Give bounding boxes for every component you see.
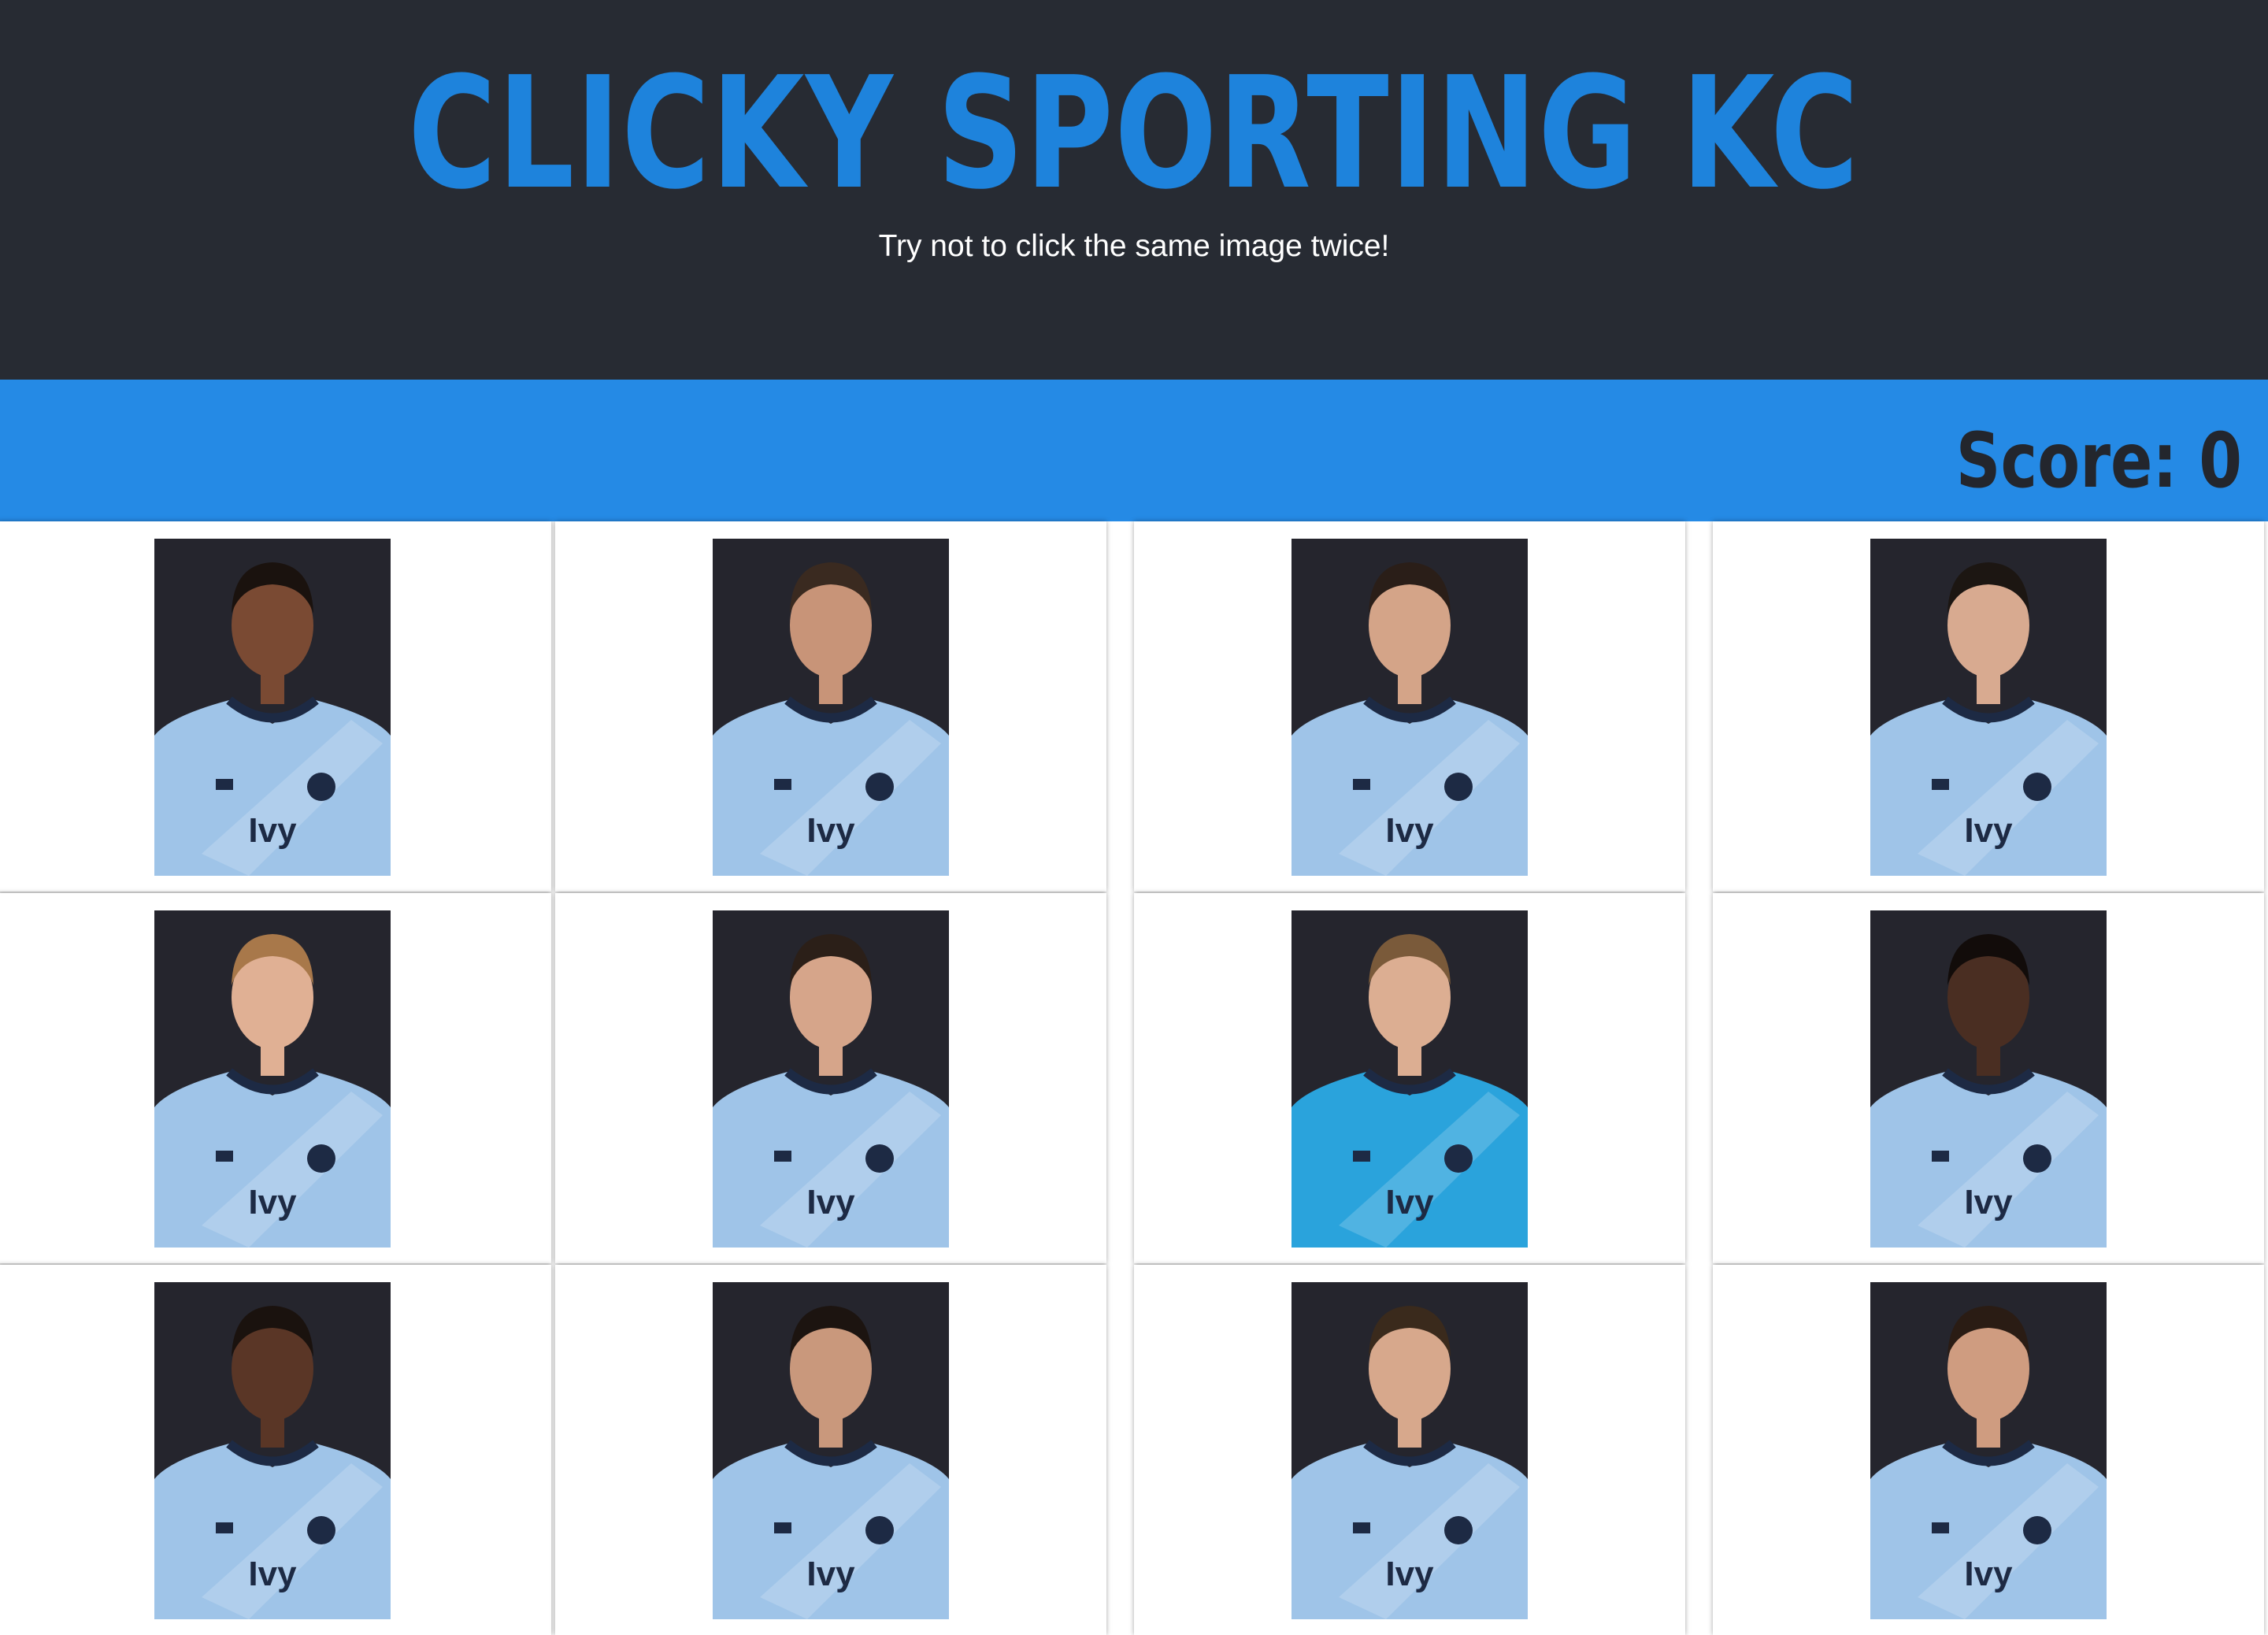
svg-text:Ivy: Ivy [1964,811,2013,850]
player-photo[interactable]: Ivy [1870,910,2107,1248]
player-photo[interactable]: Ivy [713,1282,949,1619]
svg-text:Ivy: Ivy [248,1183,297,1222]
svg-text:Ivy: Ivy [1964,1183,2013,1222]
player-photo[interactable]: Ivy [154,1282,391,1619]
player-card[interactable]: Ivy [1134,1265,1685,1635]
player-card[interactable]: Ivy [0,1265,551,1635]
svg-text:Ivy: Ivy [1385,811,1434,850]
svg-text:Ivy: Ivy [1385,1555,1434,1593]
player-card[interactable]: Ivy [1713,521,2264,892]
player-card[interactable]: Ivy [555,1265,1106,1635]
score-bar: Score: 0 [0,380,2268,521]
player-photo[interactable]: Ivy [1870,539,2107,876]
player-card[interactable]: Ivy [555,893,1106,1263]
player-photo[interactable]: Ivy [1292,910,1528,1248]
page-header: CLICKY SPORTING KC Try not to click the … [0,0,2268,380]
player-photo[interactable]: Ivy [713,910,949,1248]
player-photo[interactable]: Ivy [1292,539,1528,876]
svg-text:Ivy: Ivy [248,811,297,850]
svg-text:Ivy: Ivy [806,1183,855,1222]
player-card[interactable]: Ivy [1713,1265,2264,1635]
svg-text:Ivy: Ivy [1964,1555,2013,1593]
player-photo[interactable]: Ivy [1292,1282,1528,1619]
player-card[interactable]: Ivy [0,893,551,1263]
svg-text:Ivy: Ivy [248,1555,297,1593]
svg-text:Ivy: Ivy [806,811,855,850]
page-title: CLICKY SPORTING KC [408,44,1860,224]
svg-text:Ivy: Ivy [1385,1183,1434,1222]
player-grid: Ivy Ivy Ivy Ivy Ivy Ivy Ivy Ivy Ivy Ivy Ivy Ivy [0,521,2268,1635]
player-photo[interactable]: Ivy [154,910,391,1248]
player-photo[interactable]: Ivy [154,539,391,876]
player-card[interactable]: Ivy [1713,893,2264,1263]
player-card[interactable]: Ivy [1134,893,1685,1263]
player-card[interactable]: Ivy [555,521,1106,892]
player-photo[interactable]: Ivy [1870,1282,2107,1619]
page-subtitle: Try not to click the same image twice! [878,229,1390,263]
score-display: Score: 0 [1955,417,2242,505]
svg-text:Ivy: Ivy [806,1555,855,1593]
player-photo[interactable]: Ivy [713,539,949,876]
player-card[interactable]: Ivy [1134,521,1685,892]
player-card[interactable]: Ivy [0,521,551,892]
